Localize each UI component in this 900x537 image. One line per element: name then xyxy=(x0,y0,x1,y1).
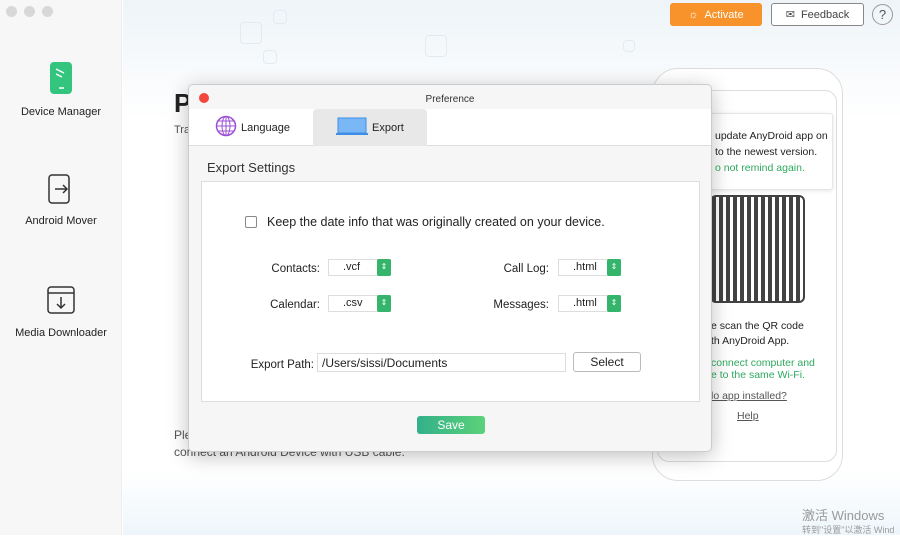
decor-square xyxy=(240,22,262,44)
select-value: .csv xyxy=(343,297,363,309)
select-value: .vcf xyxy=(343,261,361,273)
no-app-link[interactable]: lo app installed? xyxy=(711,390,787,403)
sidebar-item-label: Media Downloader xyxy=(15,327,107,339)
mail-icon: ✉ xyxy=(785,9,795,21)
tooltip-text: update AnyDroid app on xyxy=(715,130,828,142)
select-button[interactable]: Select xyxy=(573,352,641,372)
calendar-select[interactable]: .csv ⇕ xyxy=(328,295,391,312)
calllog-label: Call Log: xyxy=(503,263,549,275)
export-path-input[interactable]: /Users/sissi/Documents xyxy=(317,353,566,372)
activate-button[interactable]: ☼ Activate xyxy=(670,3,762,26)
tab-label: Language xyxy=(241,121,290,134)
tooltip-text: to the newest version. xyxy=(715,146,818,158)
contacts-label: Contacts: xyxy=(271,263,320,275)
transfer-icon xyxy=(46,171,76,205)
calllog-select[interactable]: .html ⇕ xyxy=(558,259,621,276)
do-not-remind-link[interactable]: o not remind again. xyxy=(715,160,832,176)
key-icon: ☼ xyxy=(688,8,699,21)
tab-export[interactable]: Export xyxy=(313,109,427,146)
tab-bar: Language Export xyxy=(189,109,711,146)
help-button[interactable]: ? xyxy=(872,4,893,25)
zoom-dot[interactable] xyxy=(42,6,53,17)
sidebar-item-label: Android Mover xyxy=(25,215,97,227)
tab-label: Export xyxy=(372,121,404,134)
decor-square xyxy=(273,10,287,24)
tab-language[interactable]: Language xyxy=(215,109,290,146)
watermark-text: 激活 Windows xyxy=(802,508,885,523)
download-icon xyxy=(46,283,76,317)
stepper-icon: ⇕ xyxy=(377,295,391,312)
select-value: .html xyxy=(573,261,597,273)
feedback-button[interactable]: ✉ Feedback xyxy=(771,3,864,26)
section-title: Export Settings xyxy=(207,160,296,175)
sidebar-item-android-mover[interactable]: Android Mover xyxy=(0,171,122,227)
export-path-label: Export Path: xyxy=(250,359,314,371)
stepper-icon: ⇕ xyxy=(607,259,621,276)
decor-square xyxy=(263,50,277,64)
stepper-icon: ⇕ xyxy=(607,295,621,312)
save-button[interactable]: Save xyxy=(417,416,485,434)
sidebar: Device Manager Android Mover Media Downl… xyxy=(0,0,122,535)
qr-code xyxy=(710,195,805,303)
minimize-dot[interactable] xyxy=(24,6,35,17)
feedback-label: Feedback xyxy=(800,8,850,21)
globe-icon xyxy=(215,115,237,140)
dialog-title: Preference xyxy=(425,94,475,105)
export-settings-panel: Keep the date info that was originally c… xyxy=(201,181,700,402)
phone-icon xyxy=(46,62,76,96)
contacts-select[interactable]: .vcf ⇕ xyxy=(328,259,391,276)
stepper-icon: ⇕ xyxy=(377,259,391,276)
checkbox-label: Keep the date info that was originally c… xyxy=(267,215,605,229)
activate-label: Activate xyxy=(704,8,744,21)
sidebar-item-label: Device Manager xyxy=(20,106,102,118)
scan-text: th AnyDroid App. xyxy=(711,335,790,347)
wifi-text: e to the same Wi-Fi. xyxy=(711,369,805,381)
laptop-icon xyxy=(336,116,368,139)
scan-text: e scan the QR code xyxy=(711,320,804,332)
decor-square xyxy=(425,35,447,57)
close-dot[interactable] xyxy=(6,6,17,17)
update-tooltip: update AnyDroid app on to the newest ver… xyxy=(700,113,833,190)
messages-label: Messages: xyxy=(493,299,549,311)
sidebar-item-media-downloader[interactable]: Media Downloader xyxy=(0,283,122,339)
select-value: .html xyxy=(573,297,597,309)
keep-date-checkbox[interactable]: Keep the date info that was originally c… xyxy=(245,215,605,229)
calendar-label: Calendar: xyxy=(270,299,320,311)
preference-dialog: Language Export Preference Export Settin… xyxy=(188,84,712,452)
window-controls xyxy=(6,6,53,17)
decor-square xyxy=(623,40,635,52)
windows-watermark: 激活 Windows 转到"设置"以激活 Wind xyxy=(802,509,894,537)
help-link[interactable]: Help xyxy=(737,410,759,423)
checkbox[interactable] xyxy=(245,216,257,228)
sidebar-item-device-manager[interactable]: Device Manager xyxy=(0,62,122,118)
messages-select[interactable]: .html ⇕ xyxy=(558,295,621,312)
